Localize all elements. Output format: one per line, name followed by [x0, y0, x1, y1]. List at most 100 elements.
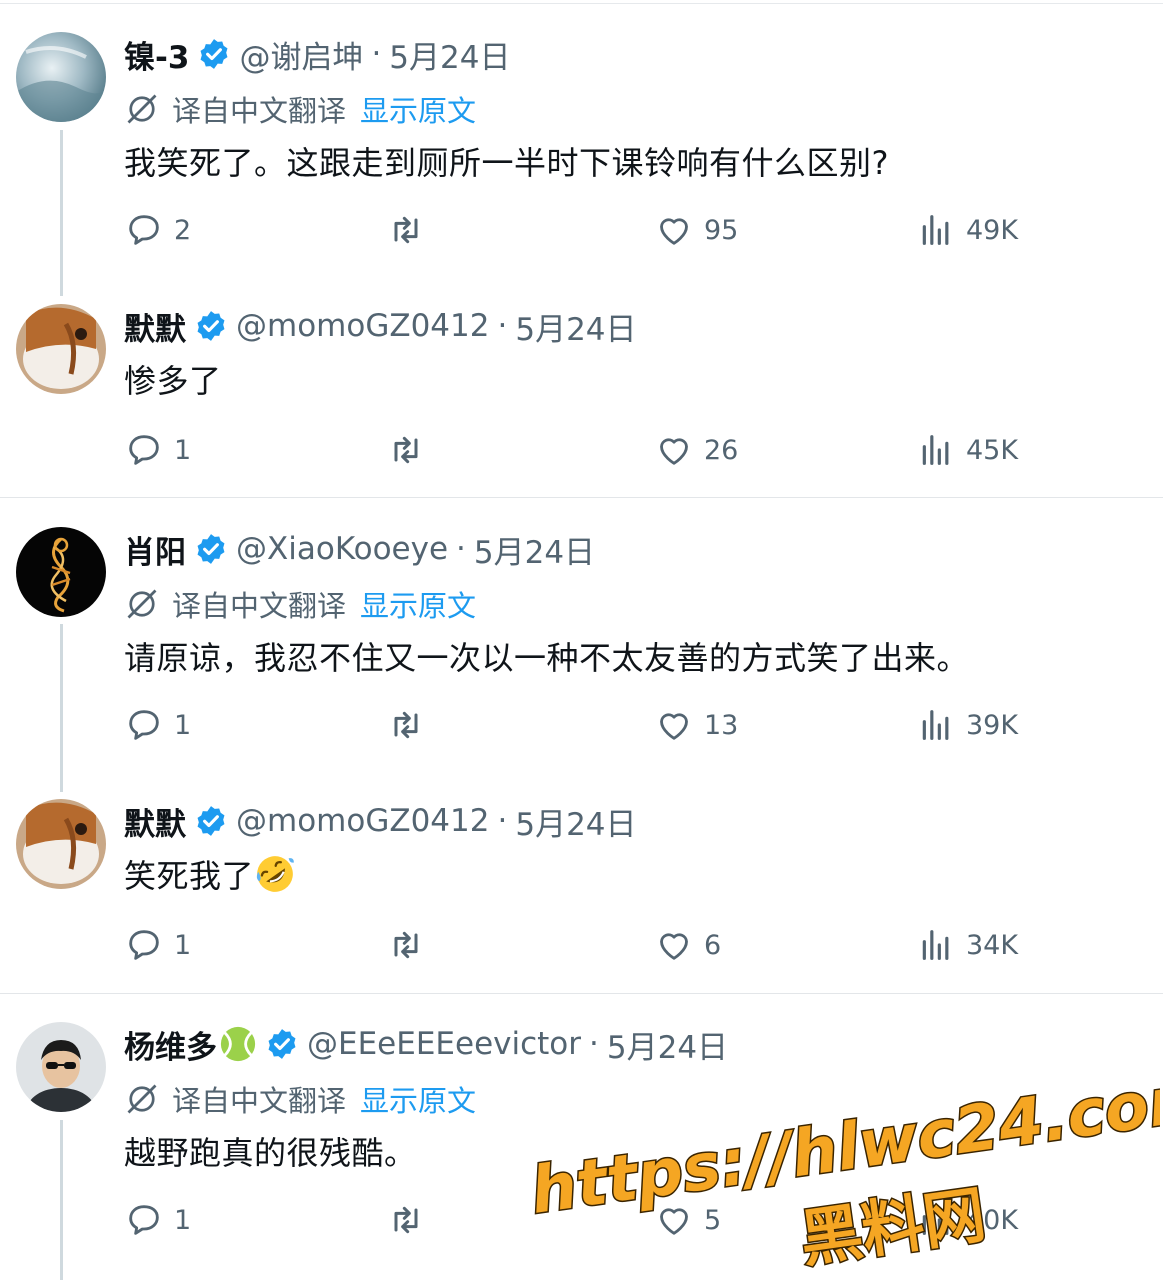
show-original-link[interactable]: 显示原文	[360, 1078, 476, 1120]
heart-icon	[660, 218, 688, 245]
avatar-image	[16, 32, 106, 122]
tweet-actions: 1 6 34K	[124, 923, 1044, 967]
views-button[interactable]: 39K	[916, 703, 1018, 747]
separator-dot: ·	[371, 36, 382, 72]
heart-icon	[660, 713, 688, 740]
like-count: 26	[704, 434, 739, 466]
view-count: 40K	[966, 1204, 1019, 1236]
views-chart-icon	[922, 215, 949, 245]
avatar-image	[16, 1022, 106, 1112]
reply-icon	[129, 215, 159, 245]
view-count: 49K	[966, 214, 1019, 246]
tennis-ball-emoji	[220, 1026, 256, 1062]
translation-bar: 译自中文翻译 显示原文	[124, 583, 476, 625]
views-button[interactable]: 49K	[916, 208, 1018, 252]
heart-icon	[660, 933, 688, 960]
like-count: 6	[704, 929, 722, 961]
user-handle[interactable]: @EEeEEEeevictor	[307, 1026, 581, 1062]
translated-label: 译自中文翻译	[172, 589, 347, 623]
tweet-header: 肖阳 @XiaoKooeye · 5月24日	[124, 527, 595, 571]
retweet-button[interactable]	[386, 1198, 426, 1242]
retweet-icon	[394, 711, 418, 739]
tweet-date[interactable]: 5月24日	[607, 1022, 728, 1067]
tweet-date[interactable]: 5月24日	[474, 527, 595, 572]
views-button[interactable]: 40K	[916, 1198, 1018, 1242]
conversation-divider	[0, 993, 1163, 994]
user-handle[interactable]: @谢启坤	[239, 32, 363, 77]
separator-dot: ·	[589, 1026, 599, 1062]
avatar[interactable]	[16, 304, 106, 394]
translated-label: 译自中文翻译	[172, 94, 347, 128]
reply-icon	[129, 1205, 159, 1235]
tweet-date[interactable]: 5月24日	[389, 32, 510, 77]
watermark-overlay: https://hlwc24.com 黑料网	[525, 1058, 1160, 1277]
avatar[interactable]	[16, 799, 106, 889]
show-original-link[interactable]: 显示原文	[360, 88, 476, 130]
translated-label: 译自中文翻译	[172, 1084, 347, 1118]
like-button[interactable]: 95	[654, 208, 738, 252]
tweet-date[interactable]: 5月24日	[515, 799, 636, 844]
separator-dot: ·	[497, 308, 508, 344]
thread-line	[60, 1120, 63, 1280]
display-name[interactable]: 镍-3	[124, 32, 189, 77]
user-handle[interactable]: @momoGZ0412	[236, 308, 489, 344]
rolling-on-floor-laughing-emoji	[256, 856, 294, 892]
views-button[interactable]: 45K	[916, 428, 1018, 472]
reply-count: 1	[174, 929, 192, 961]
separator-dot: ·	[456, 531, 466, 567]
verified-badge-icon	[197, 311, 225, 341]
avatar[interactable]	[16, 527, 106, 617]
tweet-text: 惨多了	[124, 362, 222, 400]
like-count: 5	[704, 1204, 722, 1236]
reply-button[interactable]: 1	[124, 1198, 191, 1242]
translation-bar: 译自中文翻译 显示原文	[124, 88, 476, 130]
show-original-link[interactable]: 显示原文	[360, 583, 476, 625]
retweet-button[interactable]	[386, 428, 426, 472]
heart-icon	[660, 438, 688, 465]
display-name[interactable]: 肖阳	[124, 527, 186, 572]
like-button[interactable]: 13	[654, 703, 738, 747]
user-handle[interactable]: @XiaoKooeye	[236, 531, 448, 567]
reply-button[interactable]: 2	[124, 208, 191, 252]
tweet-date[interactable]: 5月24日	[515, 304, 636, 349]
avatar[interactable]	[16, 32, 106, 122]
tweet-actions: 1 26 45K	[124, 428, 1044, 472]
reply-button[interactable]: 1	[124, 923, 191, 967]
display-name[interactable]: 默默	[124, 799, 186, 844]
views-chart-icon	[922, 710, 949, 740]
thread-line	[60, 624, 63, 792]
avatar-image	[16, 527, 106, 617]
avatar[interactable]	[16, 1022, 106, 1112]
reply-button[interactable]: 1	[124, 428, 191, 472]
retweet-button[interactable]	[386, 208, 426, 252]
user-handle[interactable]: @momoGZ0412	[236, 803, 489, 839]
thread-line	[60, 130, 63, 296]
like-count: 13	[704, 709, 739, 741]
reply-count: 1	[174, 709, 192, 741]
heart-icon	[660, 1208, 688, 1235]
verified-badge-icon	[268, 1029, 296, 1059]
reply-button[interactable]: 1	[124, 703, 191, 747]
verified-badge-icon	[197, 534, 225, 564]
tweet-header: 杨维多 @EEeEEEeevictor · 5月24日	[124, 1022, 728, 1066]
like-button[interactable]: 26	[654, 428, 738, 472]
retweet-icon	[394, 1206, 418, 1234]
reply-icon	[129, 435, 159, 465]
retweet-button[interactable]	[386, 923, 426, 967]
tweet-header: 镍-3 @谢启坤 · 5月24日	[124, 32, 510, 76]
tweet-text-content: 笑死我了	[124, 857, 255, 895]
retweet-button[interactable]	[386, 703, 426, 747]
view-count: 39K	[966, 709, 1019, 741]
views-chart-icon	[922, 930, 949, 960]
like-button[interactable]: 5	[654, 1198, 721, 1242]
view-count: 45K	[966, 434, 1019, 466]
reply-count: 2	[174, 214, 192, 246]
retweet-icon	[394, 436, 418, 464]
display-name[interactable]: 默默	[124, 304, 186, 349]
separator-dot: ·	[497, 803, 508, 839]
like-button[interactable]: 6	[654, 923, 721, 967]
views-button[interactable]: 34K	[916, 923, 1018, 967]
reply-count: 1	[174, 1204, 192, 1236]
views-chart-icon	[922, 1205, 949, 1235]
display-name[interactable]: 杨维多	[124, 1022, 217, 1067]
